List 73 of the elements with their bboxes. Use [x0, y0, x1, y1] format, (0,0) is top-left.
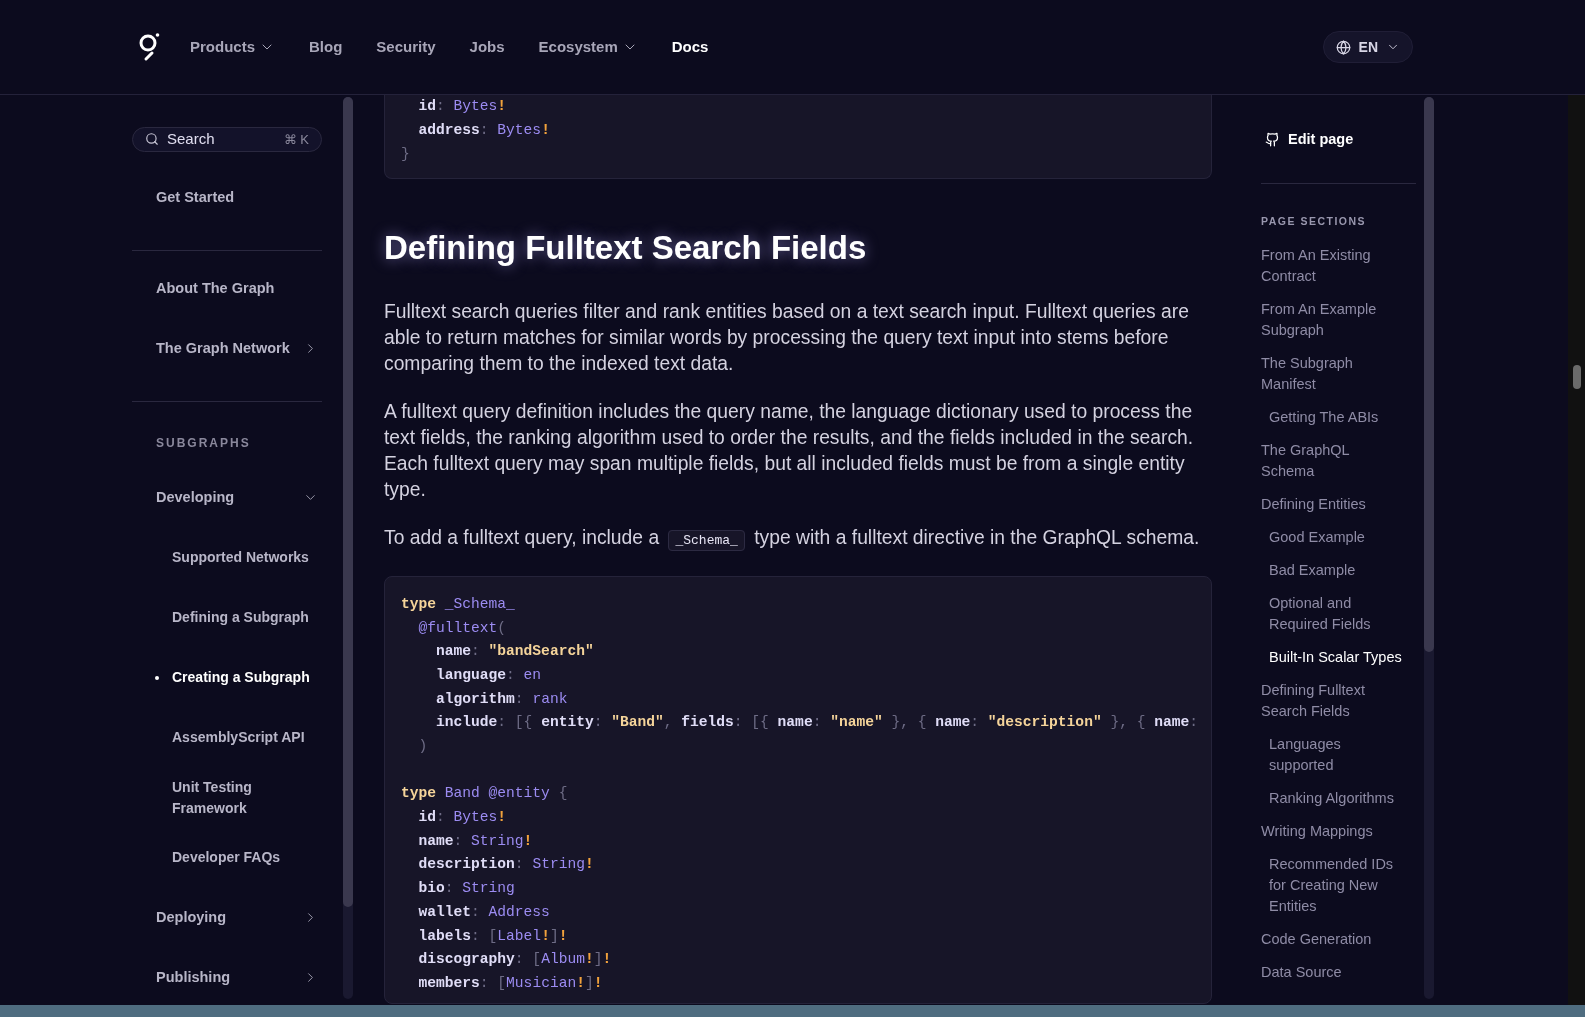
page-section-link[interactable]: Recommended IDs for Creating New Entities [1269, 847, 1404, 923]
page-section-link[interactable]: From An Example Subgraph [1261, 292, 1386, 347]
nav-link[interactable]: Products [190, 35, 275, 59]
nav-link[interactable]: Security [376, 35, 436, 59]
shortcut-hint: ⌘ K [283, 130, 309, 149]
edit-page-link[interactable]: Edit page [1261, 129, 1416, 151]
code-line: type Band @entity { [401, 784, 568, 804]
code-line: } [401, 144, 410, 164]
code-line: ) [417, 737, 428, 757]
sidebar-item[interactable]: About The Graph [132, 258, 322, 319]
scrollbar[interactable] [343, 97, 353, 999]
page-section-link[interactable]: Bad Example [1269, 553, 1404, 587]
code-line: bio: String [417, 879, 515, 899]
section-heading: SUBGRAPHS [155, 434, 252, 452]
code-line: name: String! [417, 831, 533, 851]
code-line: discography: [Album!]! [417, 950, 612, 970]
nav-link[interactable]: Ecosystem [538, 35, 638, 59]
page-section-link[interactable]: The GraphQL Schema [1261, 433, 1386, 488]
sidebar-item[interactable]: Defining a Subgraph [172, 587, 312, 648]
nav-link[interactable]: Docs [671, 35, 709, 59]
sidebar-item[interactable]: Deploying [132, 887, 322, 948]
code-line: members: [Musician!]! [417, 973, 603, 993]
window-scrollbar[interactable] [1568, 95, 1585, 1005]
paragraph: A fulltext query definition includes the query name, the language dictionary used to process the text fields, the ranking algorithm used to order the results, and the fields included in the search. Each fulltext query may span multiple fields, but all included fields must be from a single entity type. [384, 399, 1195, 502]
paragraph: Fulltext search queries filter and rank entities based on a text search input. Fulltext queries are able to return matches for similar words by processing the query text input into stems before comparing them to the indexed text data. [384, 299, 1190, 376]
page-section-link[interactable]: Data Source [1261, 955, 1386, 989]
page-section-link[interactable]: Code Generation [1261, 922, 1386, 956]
code-line: wallet: Address [417, 902, 550, 922]
sidebar-item[interactable]: The Graph Network [132, 318, 322, 379]
code-line: address: Bytes! [417, 121, 550, 141]
code-line: labels: [Label!]! [417, 926, 568, 946]
nav-link[interactable]: Blog [309, 35, 343, 59]
search-field[interactable]: Search ⌘ K [132, 127, 322, 152]
page-section-link[interactable]: Languages supported [1269, 727, 1404, 782]
inline-code: _Schema_ [668, 529, 745, 551]
paragraph: To add a fulltext query, include a _Schema_ type with a fulltext directive in the GraphQL schema. [384, 524, 1212, 554]
section-heading: PAGE SECTIONS [1261, 213, 1368, 229]
page-section-link[interactable]: Defining Entities [1261, 487, 1386, 521]
page-section-link[interactable]: From An Existing Contract [1261, 238, 1386, 293]
code-line: description: String! [417, 855, 594, 875]
code-line: id: Bytes! [417, 808, 507, 828]
page-section-link[interactable]: Good Example [1269, 520, 1404, 554]
page-section-link[interactable]: Defining Fulltext Search Fields [1261, 673, 1386, 728]
search-icon [145, 132, 159, 147]
globe-icon [1335, 39, 1351, 55]
code-line: include: [{ entity: "Band", fields: [{ name: "name" }, { name: "description" }, { name: [435, 713, 1198, 733]
sidebar-item[interactable]: Publishing [132, 947, 322, 1008]
code-line: @fulltext( [417, 618, 507, 638]
page-section-link[interactable]: Writing Mappings [1261, 814, 1386, 848]
code-line: name: "bandSearch" [435, 642, 594, 662]
sidebar-item[interactable]: Get Started [132, 167, 322, 228]
github-icon [1265, 132, 1280, 148]
sidebar-item[interactable]: AssemblyScript API [172, 707, 312, 768]
page-section-link[interactable]: Optional and Required Fields [1269, 586, 1404, 641]
page-section-link[interactable]: Built-In Scalar Types [1269, 640, 1404, 674]
sidebar-item[interactable]: Developing [132, 467, 322, 528]
search-input[interactable]: Search [167, 128, 267, 151]
page-section-link[interactable]: The Subgraph Manifest [1261, 346, 1386, 401]
sidebar-item[interactable]: Supported Networks [172, 527, 312, 588]
nav-link[interactable]: Jobs [469, 35, 505, 59]
code-line: language: en [435, 665, 542, 685]
code-line: algorithm: rank [435, 689, 568, 709]
code-line: id: Bytes! [417, 97, 507, 117]
code-line: type _Schema_ [401, 594, 515, 614]
sidebar-item[interactable]: Creating a Subgraph [172, 647, 312, 708]
sidebar-item[interactable]: Unit Testing Framework [172, 767, 312, 828]
language-selector[interactable]: EN [1322, 31, 1413, 63]
page-section-link[interactable]: Ranking Algorithms [1269, 781, 1404, 815]
sidebar-item[interactable]: Developer FAQs [172, 827, 312, 888]
scrollbar[interactable] [1424, 97, 1434, 999]
logo-icon[interactable] [138, 32, 160, 62]
page-section-link[interactable]: Getting The ABIs [1269, 400, 1404, 434]
section-heading: Defining Fulltext Search Fields [384, 228, 868, 269]
